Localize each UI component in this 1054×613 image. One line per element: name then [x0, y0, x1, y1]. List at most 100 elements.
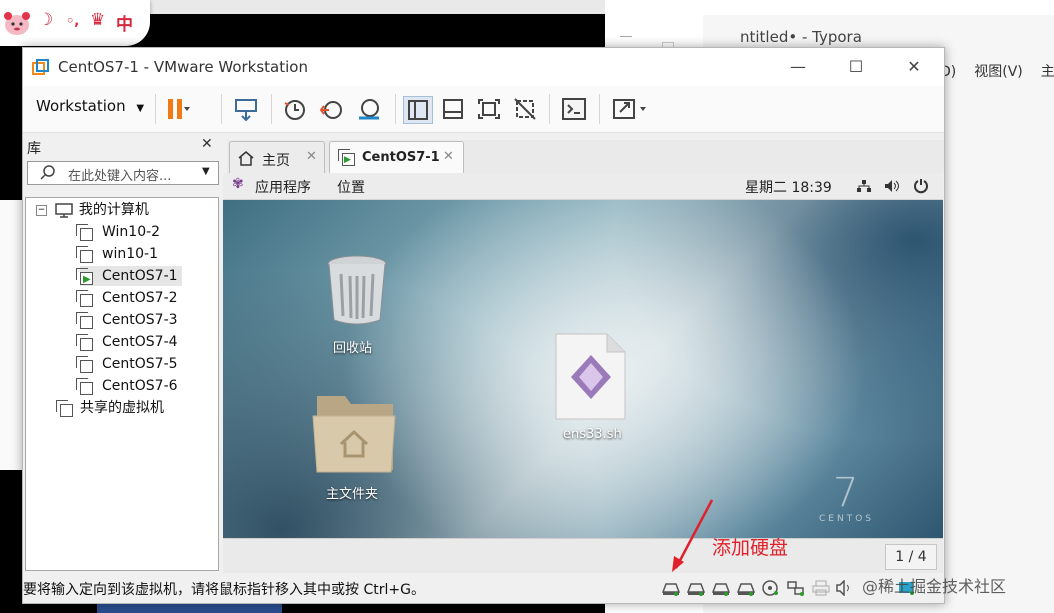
- tree-item-vm[interactable]: CentOS7-5: [76, 354, 178, 374]
- cd-dvd-icon[interactable]: [761, 580, 781, 596]
- watermark: @稀土掘金技术社区: [862, 577, 1007, 596]
- chevron-down-icon[interactable]: ▼: [202, 166, 210, 177]
- sound-card-icon[interactable]: [836, 580, 856, 596]
- power-icon[interactable]: [913, 178, 929, 194]
- stretch-guest-icon[interactable]: [611, 96, 651, 122]
- console-view-icon[interactable]: [560, 96, 588, 122]
- tree-item-my-computer[interactable]: − 我的计算机: [36, 200, 149, 220]
- places-menu[interactable]: 位置: [337, 177, 365, 197]
- library-tree: − 我的计算机 Win10-2 win10-1 ▶ CentOS7-1 CentO…: [25, 197, 219, 571]
- background-panel: [0, 200, 24, 470]
- status-message: 要将输入定向到该虚拟机，请将鼠标指针移入其中或按 Ctrl+G。: [23, 582, 425, 598]
- tree-item-label: CentOS7-2: [102, 290, 178, 306]
- applications-menu[interactable]: 应用程序: [255, 177, 311, 197]
- full-screen-icon[interactable]: [475, 96, 503, 122]
- desktop-icon-script[interactable]: ens33.sh: [545, 333, 635, 443]
- close-button[interactable]: ✕: [891, 52, 937, 82]
- typora-title: ntitled• - Typora: [740, 28, 862, 46]
- vm-icon: [76, 312, 93, 329]
- tree-item-vm-selected[interactable]: ▶ CentOS7-1: [76, 266, 182, 286]
- desktop-icon-home-folder[interactable]: 主文件夹: [311, 390, 401, 510]
- library-search-input[interactable]: 在此处键入内容... ▼: [27, 161, 219, 185]
- ime-mode-label[interactable]: 中: [116, 10, 133, 35]
- unity-mode-icon[interactable]: [511, 96, 539, 122]
- toolbar-divider: [221, 94, 222, 124]
- tab-home[interactable]: 主页 ✕: [229, 141, 325, 174]
- tree-item-label: CentOS7-1: [102, 268, 178, 284]
- tree-item-label: CentOS7-4: [102, 334, 178, 350]
- vm-icon: [76, 356, 93, 373]
- hard-disk-icon[interactable]: [711, 580, 731, 596]
- vm-icon: [76, 246, 93, 263]
- moon-icon[interactable]: ☽: [38, 10, 53, 30]
- ime-mascot-icon[interactable]: [2, 8, 32, 36]
- tab-bar: 主页 ✕ ▶ CentOS7-1 ✕: [227, 140, 944, 175]
- guest-top-bar: ✾ 应用程序 位置 星期二 18:39: [223, 173, 943, 200]
- hard-disk-icon[interactable]: [686, 580, 706, 596]
- typora-menu-item[interactable]: 视图(V): [974, 64, 1023, 80]
- library-close-icon[interactable]: ✕: [201, 136, 213, 152]
- shirt-icon[interactable]: ♛: [90, 10, 105, 30]
- pause-icon[interactable]: [163, 96, 191, 122]
- vm-icon: [76, 224, 93, 241]
- status-bar: 要将输入定向到该虚拟机，请将鼠标指针移入其中或按 Ctrl+G。: [23, 574, 944, 602]
- tree-item-vm[interactable]: CentOS7-6: [76, 376, 178, 396]
- vm-icon: [76, 334, 93, 351]
- tab-centos7-1[interactable]: ▶ CentOS7-1 ✕: [329, 141, 464, 175]
- revert-snapshot-icon[interactable]: [318, 96, 346, 122]
- script-file-icon: [555, 333, 626, 420]
- toolbar-divider: [549, 94, 550, 124]
- thumbnail-bar-icon[interactable]: [439, 96, 467, 122]
- tree-item-vm[interactable]: win10-1: [76, 244, 158, 264]
- minimize-button[interactable]: —: [775, 52, 821, 82]
- trash-icon: [327, 255, 387, 325]
- tab-close-icon[interactable]: ✕: [443, 149, 454, 164]
- network-adapter-icon[interactable]: [786, 580, 806, 596]
- punctuation-icon[interactable]: ◦,: [66, 14, 79, 29]
- desktop-icon-label: 回收站: [333, 341, 373, 356]
- gnome-foot-icon: ✾: [232, 176, 244, 192]
- send-ctrl-alt-del-icon[interactable]: [232, 96, 260, 122]
- tree-item-shared-vms[interactable]: 共享的虚拟机: [56, 398, 164, 418]
- vm-icon: [76, 378, 93, 395]
- show-library-icon[interactable]: [403, 96, 433, 124]
- tree-item-label: 我的计算机: [78, 202, 149, 218]
- hard-disk-icon[interactable]: [736, 580, 756, 596]
- library-title: 库: [27, 141, 41, 157]
- printer-icon[interactable]: [811, 580, 831, 596]
- guest-desktop[interactable]: 回收站 ens33.sh 主文件夹 7 CENTOS: [223, 200, 943, 538]
- tree-item-vm[interactable]: Win10-2: [76, 222, 161, 242]
- tree-item-label: CentOS7-5: [102, 356, 178, 372]
- workspace-pager[interactable]: 1 / 4: [885, 544, 937, 570]
- desktop-icon-trash[interactable]: 回收站: [323, 252, 391, 356]
- snapshot-icon[interactable]: [281, 96, 309, 122]
- tree-item-vm[interactable]: CentOS7-4: [76, 332, 178, 352]
- home-icon: [238, 151, 254, 166]
- hard-disk-icon[interactable]: [661, 580, 681, 596]
- tab-label: 主页: [262, 153, 290, 169]
- home-folder-icon: [312, 396, 396, 473]
- desktop-icon-label: ens33.sh: [563, 427, 622, 442]
- tab-close-icon[interactable]: ✕: [306, 149, 317, 164]
- volume-icon[interactable]: [884, 179, 900, 193]
- clock[interactable]: 星期二 18:39: [745, 177, 832, 197]
- tab-label: CentOS7-1: [362, 150, 440, 165]
- network-icon[interactable]: [856, 179, 872, 193]
- chevron-down-icon: ▼: [136, 103, 145, 114]
- workstation-menu[interactable]: Workstation ▼: [36, 97, 144, 115]
- tree-item-label: 共享的虚拟机: [80, 400, 164, 416]
- typora-menu-item[interactable]: 主题: [1041, 64, 1054, 80]
- tree-item-vm[interactable]: CentOS7-3: [76, 310, 178, 330]
- tree-item-label: Win10-2: [102, 224, 161, 240]
- centos-wordmark: CENTOS: [819, 514, 874, 524]
- toolbar-divider: [271, 94, 272, 124]
- collapse-icon[interactable]: −: [36, 204, 47, 216]
- vmware-window: CentOS7-1 - VMware Workstation — ☐ ✕ Wor…: [22, 47, 945, 604]
- tree-item-vm[interactable]: CentOS7-2: [76, 288, 178, 308]
- search-icon: [40, 165, 55, 180]
- computer-icon: [55, 203, 74, 218]
- maximize-button[interactable]: ☐: [833, 52, 879, 82]
- play-icon: ▶: [344, 155, 351, 165]
- snapshot-manager-icon[interactable]: [355, 96, 383, 122]
- title-bar[interactable]: CentOS7-1 - VMware Workstation — ☐ ✕: [23, 48, 944, 86]
